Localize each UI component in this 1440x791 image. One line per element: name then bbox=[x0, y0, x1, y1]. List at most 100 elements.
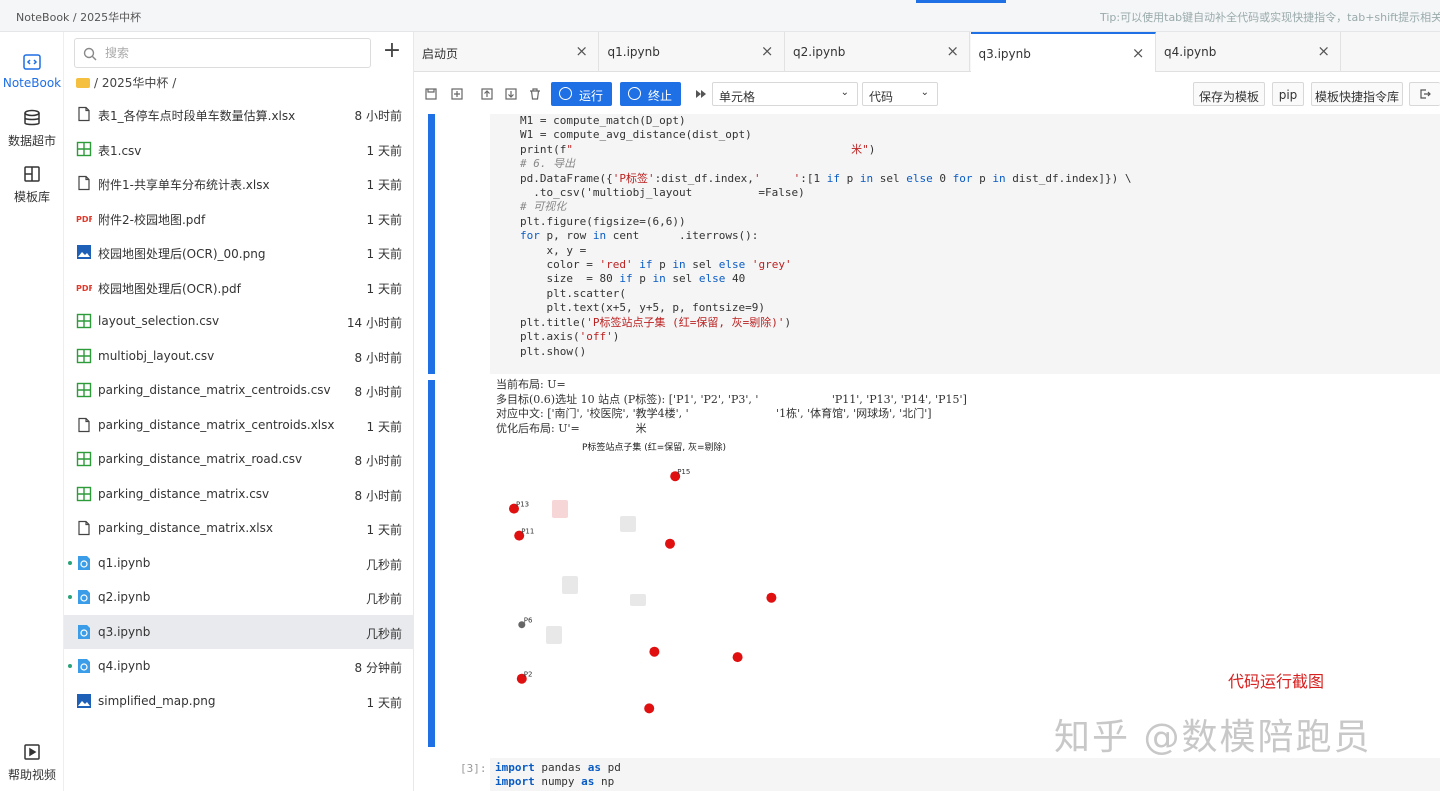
file-modified-time: 1 天前 bbox=[366, 523, 402, 537]
file-icon bbox=[76, 175, 92, 191]
code-comment: # 6. 导出 bbox=[520, 157, 576, 171]
current-path[interactable]: / 2025华中杯 / bbox=[76, 74, 176, 91]
file-row[interactable]: 校园地图处理后(OCR)_00.png 1 天前 bbox=[64, 235, 414, 270]
file-row[interactable]: q2.ipynb 几秒前 bbox=[64, 580, 414, 615]
play-icon bbox=[559, 87, 572, 100]
notebook-icon bbox=[76, 589, 92, 605]
move-up-icon[interactable] bbox=[480, 86, 494, 100]
progress-indicator bbox=[916, 0, 1006, 3]
file-row[interactable]: multiobj_layout.csv 8 小时前 bbox=[64, 339, 414, 374]
file-row[interactable]: q4.ipynb 8 分钟前 bbox=[64, 649, 414, 684]
file-row[interactable]: simplified_map.png 1 天前 bbox=[64, 684, 414, 719]
code-line: plt.axis('off') bbox=[520, 330, 620, 344]
csv-icon bbox=[76, 141, 92, 157]
file-modified-time: 1 天前 bbox=[366, 281, 402, 296]
rail-item-notebook[interactable]: NoteBook bbox=[0, 52, 64, 90]
add-cell-icon[interactable] bbox=[450, 86, 464, 100]
image-icon bbox=[76, 244, 92, 260]
file-row[interactable]: PDF 校园地图处理后(OCR).pdf 1 天前 bbox=[64, 270, 414, 305]
code-line: color = 'red' if p in sel else 'grey' bbox=[520, 258, 792, 272]
notebook-icon bbox=[76, 555, 92, 571]
scatter-point bbox=[644, 703, 655, 714]
tab--[interactable]: 启动页 × bbox=[414, 32, 599, 72]
shortcut-library-button[interactable]: 模板快捷指令库 bbox=[1311, 82, 1403, 106]
file-row[interactable]: parking_distance_matrix_centroids.csv 8 小… bbox=[64, 373, 414, 408]
caption: 代码运行截图 bbox=[1228, 672, 1325, 691]
rail-item-templates[interactable]: 模板库 bbox=[0, 164, 64, 205]
code-cell-2[interactable]: import pandas as pd import numpy as np bbox=[490, 758, 1440, 791]
code-keyword: as bbox=[581, 775, 595, 789]
delete-cell-icon[interactable] bbox=[528, 86, 542, 100]
file-row[interactable]: PDF 附件2-校园地图.pdf 1 天前 bbox=[64, 201, 414, 236]
file-name: parking_distance_matrix_centroids.csv bbox=[98, 383, 331, 397]
fast-forward-icon[interactable] bbox=[694, 86, 708, 100]
file-row[interactable]: parking_distance_matrix.xlsx 1 天前 bbox=[64, 511, 414, 546]
redaction bbox=[552, 500, 568, 518]
point-label: P6 bbox=[524, 617, 533, 625]
running-indicator bbox=[68, 664, 72, 668]
file-row[interactable]: layout_selection.csv 14 小时前 bbox=[64, 304, 414, 339]
mode-select[interactable]: 代码 ⌄ bbox=[862, 82, 938, 106]
tab-q4-ipynb[interactable]: q4.ipynb × bbox=[1156, 32, 1341, 72]
close-icon[interactable]: × bbox=[946, 42, 959, 60]
file-row[interactable]: 表1_各停车点时段单车数量估算.xlsx 8 小时前 bbox=[64, 97, 414, 132]
breadcrumb[interactable]: NoteBook / 2025华中杯 bbox=[16, 9, 141, 25]
file-modified-time: 1 天前 bbox=[366, 212, 402, 227]
file-row[interactable]: parking_distance_matrix.csv 8 小时前 bbox=[64, 477, 414, 512]
tab-q1-ipynb[interactable]: q1.ipynb × bbox=[600, 32, 785, 72]
file-modified-time: 1 天前 bbox=[366, 695, 402, 710]
run-button[interactable]: 运行 bbox=[551, 82, 612, 106]
code-cell[interactable]: M1 = compute_match(D_opt) W1 = compute_a… bbox=[490, 114, 1440, 374]
file-name: 校园地图处理后(OCR)_00.png bbox=[98, 247, 266, 261]
file-name: multiobj_layout.csv bbox=[98, 348, 215, 363]
csv-icon bbox=[76, 348, 92, 364]
file-name: 附件2-校园地图.pdf bbox=[98, 212, 206, 227]
file-icon bbox=[76, 417, 92, 433]
file-modified-time: 8 小时前 bbox=[354, 488, 402, 503]
pdf-icon: PDF bbox=[76, 279, 94, 295]
pip-button[interactable]: pip bbox=[1272, 82, 1304, 106]
template-icon bbox=[22, 164, 42, 184]
file-row[interactable]: 附件1-共享单车分布统计表.xlsx 1 天前 bbox=[64, 166, 414, 201]
save-icon[interactable] bbox=[424, 86, 438, 100]
svg-text:PDF: PDF bbox=[76, 284, 92, 293]
file-row[interactable]: q1.ipynb 几秒前 bbox=[64, 546, 414, 581]
rail-item-data-market[interactable]: 数据超市 bbox=[0, 108, 64, 149]
top-bar: NoteBook / 2025华中杯 Tip:可以使用tab键自动补全代码或实现… bbox=[0, 0, 1440, 32]
csv-icon bbox=[76, 382, 92, 398]
tab-q3-ipynb[interactable]: q3.ipynb × bbox=[970, 32, 1156, 72]
file-name: parking_distance_matrix_centroids.xlsx bbox=[98, 417, 335, 432]
search-input[interactable] bbox=[105, 44, 355, 62]
stop-button[interactable]: 终止 bbox=[620, 82, 681, 106]
search-icon bbox=[83, 46, 97, 65]
close-icon[interactable]: × bbox=[1132, 44, 1145, 62]
move-down-icon[interactable] bbox=[504, 86, 518, 100]
file-row[interactable]: parking_distance_matrix_road.csv 8 小时前 bbox=[64, 442, 414, 477]
code-line: np bbox=[594, 775, 615, 789]
code-line: pd.DataFrame({'P标签':dist_df.index,' ':[1… bbox=[520, 171, 1132, 185]
code-comment: # 可视化 bbox=[520, 200, 567, 214]
csv-icon bbox=[76, 486, 92, 502]
tab-label: q1.ipynb bbox=[607, 45, 660, 59]
export-button[interactable] bbox=[1409, 82, 1440, 106]
file-name: q1.ipynb bbox=[98, 555, 151, 570]
search-box[interactable] bbox=[74, 38, 371, 68]
code-line: plt.scatter( bbox=[520, 286, 626, 300]
close-icon[interactable]: × bbox=[575, 42, 588, 60]
file-modified-time: 1 天前 bbox=[366, 143, 402, 158]
tab-q2-ipynb[interactable]: q2.ipynb × bbox=[785, 32, 970, 72]
save-template-button[interactable]: 保存为模板 bbox=[1193, 82, 1265, 106]
rail-item-help-video[interactable]: 帮助视频 bbox=[0, 742, 64, 783]
pdf-icon: PDF bbox=[76, 210, 94, 226]
close-icon[interactable]: × bbox=[761, 42, 774, 60]
svg-text:PDF: PDF bbox=[76, 215, 92, 224]
code-keyword: as bbox=[587, 761, 601, 774]
new-file-button[interactable]: + bbox=[380, 40, 404, 64]
close-icon[interactable]: × bbox=[1317, 42, 1330, 60]
file-row[interactable]: parking_distance_matrix_centroids.xlsx 1 … bbox=[64, 408, 414, 443]
rail-label-help-video: 帮助视频 bbox=[7, 768, 56, 782]
file-row[interactable]: 表1.csv 1 天前 bbox=[64, 132, 414, 167]
file-row[interactable]: q3.ipynb 几秒前 bbox=[64, 614, 414, 649]
file-icon bbox=[76, 106, 92, 122]
cell-type-select[interactable]: 单元格 ⌄ bbox=[712, 82, 858, 106]
